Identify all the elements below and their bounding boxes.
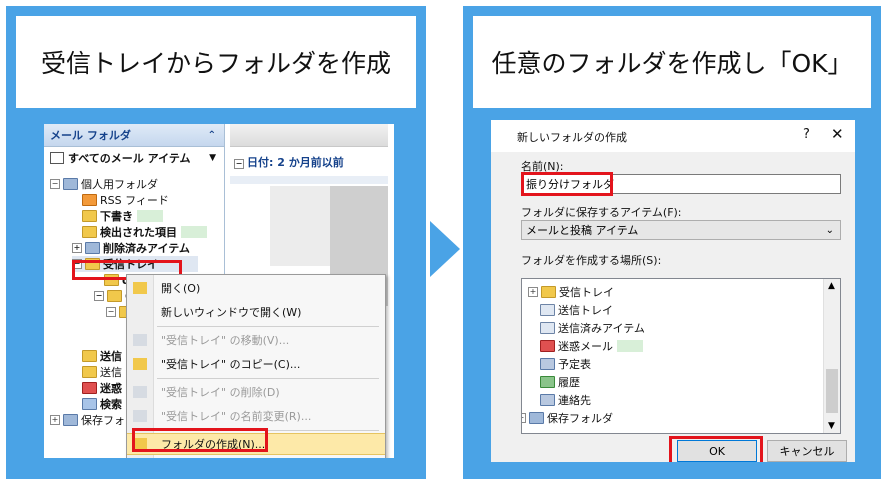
- dialog-title-bar: 新しいフォルダの作成 ? ✕: [491, 120, 855, 152]
- tree-item-search[interactable]: 検索: [82, 396, 122, 412]
- personal-folders-icon: [63, 178, 78, 190]
- double-chevron-up-icon[interactable]: ⌃: [208, 130, 216, 141]
- tree-item-contacts[interactable]: 連絡先: [540, 391, 591, 408]
- new-folder-dialog-screenshot: 新しいフォルダの作成 ? ✕ 名前(N): 振り分けフォルダ フォルダに保存する…: [491, 120, 855, 462]
- contacts-icon: [540, 393, 555, 406]
- calendar-icon: [540, 357, 555, 370]
- trash-icon: [85, 242, 100, 254]
- outbox-icon: [82, 350, 97, 362]
- tree-item-sent[interactable]: 送信: [82, 364, 122, 380]
- date-group-header[interactable]: − 日付: 2 か月前以前: [234, 154, 344, 170]
- location-tree[interactable]: +受信トレイ 送信トレイ 送信済みアイテム 迷惑メール 予定表 履歴 連絡先 +…: [521, 278, 841, 434]
- menu-item-copy[interactable]: "受信トレイ" のコピー(C)...: [127, 353, 385, 375]
- tree-item-found[interactable]: 検出された項目: [82, 224, 207, 240]
- cancel-button[interactable]: キャンセル: [767, 440, 847, 462]
- count-badge: [617, 339, 643, 352]
- list-divider: [230, 176, 388, 184]
- scroll-thumb[interactable]: [826, 369, 838, 413]
- all-mail-items-label: すべてのメール アイテム: [68, 152, 191, 165]
- new-folder-dialog: 新しいフォルダの作成 ? ✕ 名前(N): 振り分けフォルダ フォルダに保存する…: [491, 120, 855, 462]
- copy-folder-icon: [133, 358, 147, 370]
- menu-item-move[interactable]: "受信トレイ" の移動(V)...: [127, 329, 385, 351]
- outlook-screenshot: メール フォルダ ⌃ すべてのメール アイテム ▼ − 個人用フォルダ RSS フ…: [44, 124, 394, 458]
- tree-item-junk[interactable]: 迷惑メール: [540, 337, 643, 354]
- search-folder-icon: [82, 398, 97, 410]
- chevron-down-icon: ⌄: [825, 224, 834, 236]
- ok-highlight-box: [669, 436, 763, 462]
- tree-item-outbox[interactable]: 送信トレイ: [540, 301, 613, 318]
- tree-scrollbar[interactable]: ▲ ▼: [823, 279, 840, 433]
- sent-icon: [82, 366, 97, 378]
- blurred-content: [270, 186, 330, 266]
- menu-item-open[interactable]: 開く(O): [127, 277, 385, 299]
- collapse-icon[interactable]: −: [106, 307, 116, 317]
- outbox-icon: [540, 303, 555, 316]
- nav-pane-title: メール フォルダ: [50, 129, 131, 142]
- new-folder-highlight-box: [132, 428, 268, 452]
- collapse-icon[interactable]: −: [234, 159, 244, 169]
- message-list-header: [230, 124, 388, 147]
- rename-icon: [133, 410, 147, 422]
- move-folder-icon: [133, 334, 147, 346]
- junk-icon: [540, 339, 555, 352]
- tree-item-inbox[interactable]: + 受信トレイ: [528, 283, 614, 300]
- scroll-up-icon[interactable]: ▲: [828, 281, 835, 291]
- scroll-down-icon[interactable]: ▼: [828, 421, 835, 431]
- archive-icon: [529, 411, 544, 424]
- menu-item-delete[interactable]: "受信トレイ" の削除(D): [127, 381, 385, 403]
- collapse-icon[interactable]: −: [94, 291, 104, 301]
- tree-item-drafts[interactable]: 下書き: [82, 208, 163, 224]
- tree-item-deleted[interactable]: + 削除済みアイテム: [72, 240, 190, 256]
- item-type-value: メールと投稿 アイテム: [526, 224, 639, 237]
- left-panel-title: 受信トレイからフォルダを作成: [16, 16, 416, 108]
- dropdown-arrow-icon[interactable]: ▼: [209, 153, 216, 163]
- junk-icon: [82, 382, 97, 394]
- tree-item-outbox[interactable]: 送信: [82, 348, 122, 364]
- close-icon[interactable]: ✕: [831, 125, 844, 143]
- location-label: フォルダを作成する場所(S):: [521, 254, 662, 267]
- tree-item-calendar[interactable]: 予定表: [540, 355, 591, 372]
- journal-icon: [540, 375, 555, 388]
- left-panel-frame: 受信トレイからフォルダを作成 メール フォルダ ⌃ すべてのメール アイテム ▼…: [6, 6, 426, 479]
- rss-icon: [82, 194, 97, 206]
- dialog-title: 新しいフォルダの作成: [517, 131, 627, 144]
- menu-item-rename[interactable]: "受信トレイ" の名前変更(R)...: [127, 405, 385, 427]
- nav-pane-header: メール フォルダ ⌃: [44, 124, 224, 147]
- count-badge: [137, 210, 163, 222]
- name-highlight-box: [521, 172, 613, 196]
- folder-icon: [107, 290, 122, 302]
- item-type-label: フォルダに保存するアイテム(F):: [521, 206, 682, 219]
- right-panel-title: 任意のフォルダを作成し「OK」: [473, 16, 871, 108]
- archive-icon: [63, 414, 78, 426]
- tree-item-history[interactable]: 履歴: [540, 373, 580, 390]
- expand-icon[interactable]: +: [528, 286, 538, 297]
- tree-item-sent[interactable]: 送信済みアイテム: [540, 319, 645, 336]
- folder-icon: [82, 226, 97, 238]
- menu-item-open-new-window[interactable]: 新しいウィンドウで開く(W): [127, 301, 385, 323]
- right-arrow-icon: [430, 221, 460, 277]
- tree-item-archive[interactable]: +保存フォルダ: [522, 409, 613, 426]
- item-type-select[interactable]: メールと投稿 アイテム ⌄: [521, 220, 841, 240]
- inbox-icon: [541, 285, 556, 298]
- tree-item-junk[interactable]: 迷惑: [82, 380, 122, 396]
- expand-icon[interactable]: +: [50, 415, 60, 425]
- sent-icon: [540, 321, 555, 334]
- open-folder-icon: [133, 282, 147, 294]
- all-mail-items-selector[interactable]: すべてのメール アイテム ▼: [44, 147, 224, 169]
- collapse-icon[interactable]: −: [50, 179, 60, 189]
- count-badge: [181, 226, 207, 238]
- expand-icon[interactable]: +: [522, 412, 526, 423]
- help-icon[interactable]: ?: [803, 127, 810, 142]
- delete-icon: [133, 386, 147, 398]
- tree-item-rss[interactable]: RSS フィード: [82, 192, 169, 208]
- expand-icon[interactable]: +: [72, 243, 82, 253]
- right-panel-frame: 任意のフォルダを作成し「OK」 新しいフォルダの作成 ? ✕ 名前(N): 振り…: [463, 6, 881, 479]
- tree-item-personal-folders[interactable]: − 個人用フォルダ: [50, 176, 158, 192]
- menu-separator: [157, 378, 379, 379]
- drafts-icon: [82, 210, 97, 222]
- menu-separator: [157, 326, 379, 327]
- envelope-search-icon: [50, 152, 64, 164]
- tree-item-archive[interactable]: + 保存フォ: [50, 412, 125, 428]
